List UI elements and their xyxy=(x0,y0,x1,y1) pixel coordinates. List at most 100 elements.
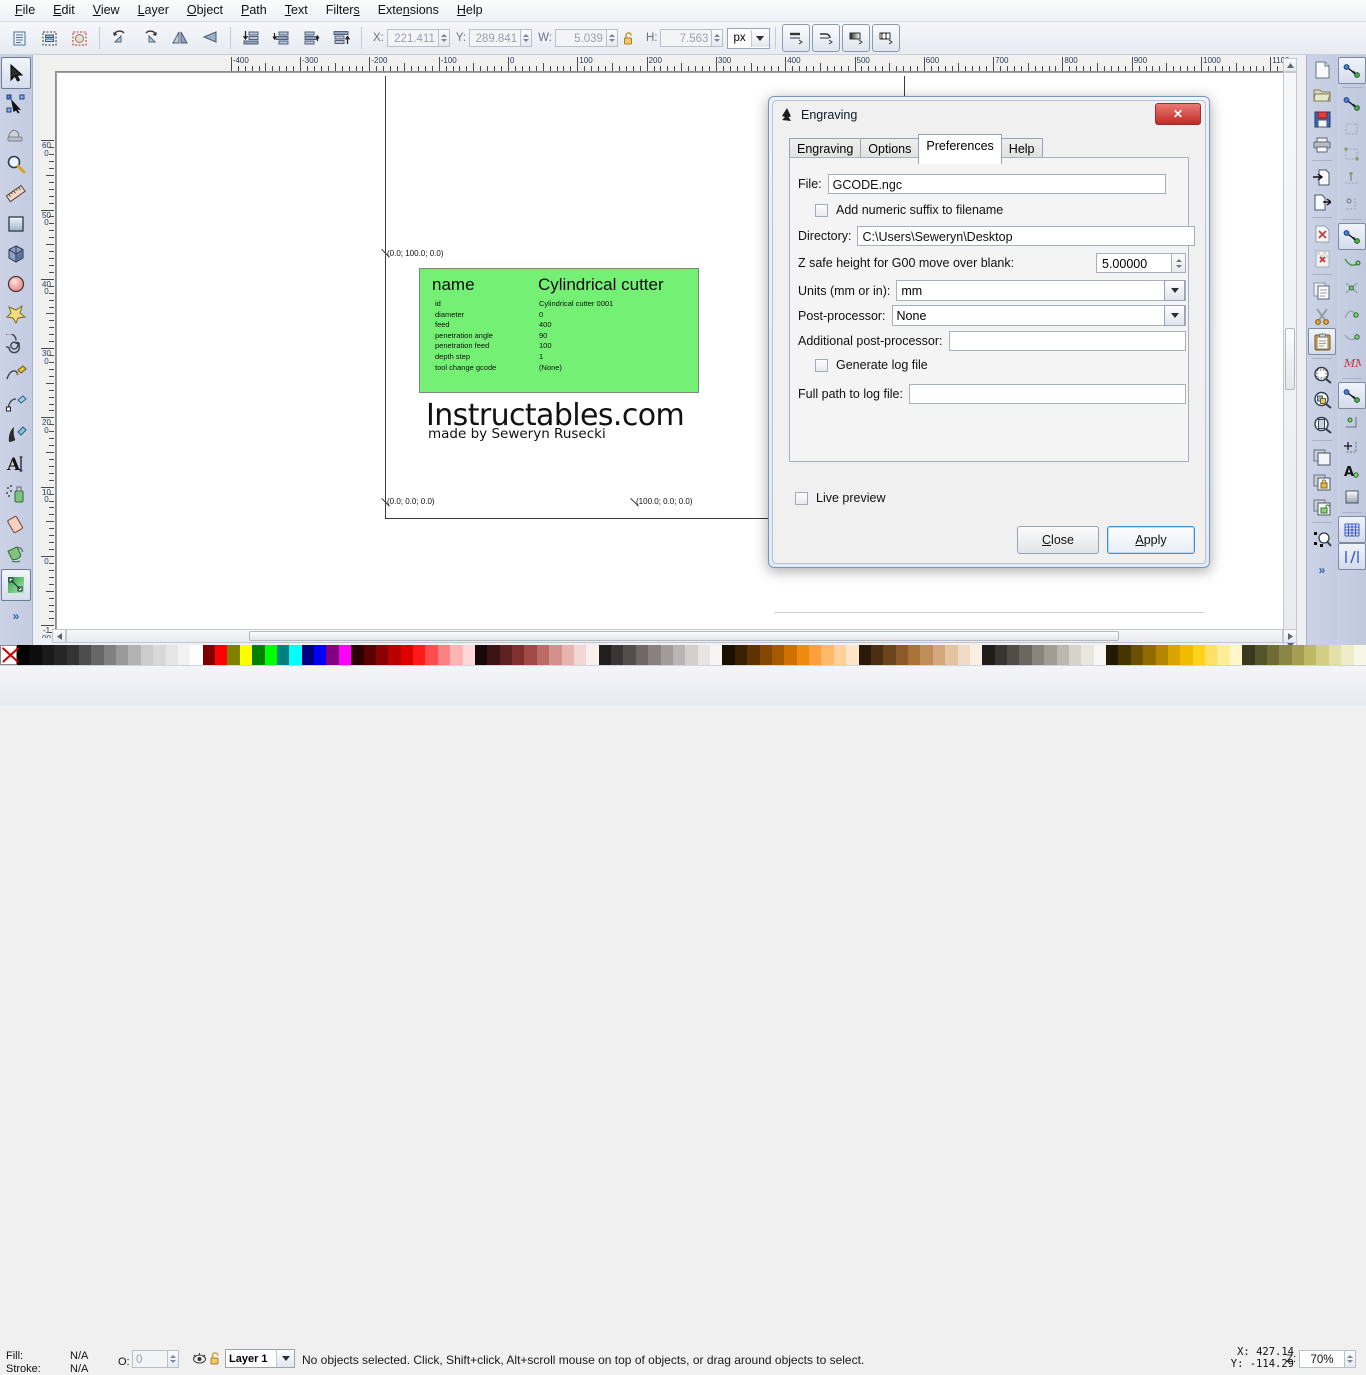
new-document-icon[interactable] xyxy=(1309,57,1335,82)
rotate-90-cw-icon[interactable] xyxy=(136,24,164,52)
close-icon[interactable]: ✕ xyxy=(1155,103,1201,125)
palette-swatch[interactable] xyxy=(338,645,352,665)
palette-swatch[interactable] xyxy=(1106,645,1119,665)
palette-swatch[interactable] xyxy=(202,645,215,665)
save-document-icon[interactable] xyxy=(1309,107,1335,132)
flip-horizontal-icon[interactable] xyxy=(166,24,194,52)
opacity-input[interactable]: 0 xyxy=(132,1350,168,1368)
zoom-selection-icon[interactable] xyxy=(1309,362,1335,387)
w-spinner[interactable] xyxy=(606,29,618,47)
palette-swatch[interactable] xyxy=(1143,645,1156,665)
add-suffix-checkbox[interactable] xyxy=(815,203,828,217)
menu-item-object[interactable]: Object xyxy=(178,1,232,20)
menu-item-filters[interactable]: Filters xyxy=(317,1,369,20)
zoom-drawing-icon[interactable] xyxy=(1309,387,1335,412)
snap-nodes-icon[interactable] xyxy=(1337,223,1366,250)
apply-button[interactable]: Apply xyxy=(1107,526,1195,554)
spiral-tool[interactable] xyxy=(2,329,30,359)
xml-editor-icon[interactable] xyxy=(1309,526,1335,551)
x-field[interactable]: 221.411 xyxy=(386,29,450,47)
w-input[interactable]: 5.039 xyxy=(554,29,607,47)
menu-item-text[interactable]: Text xyxy=(276,1,317,20)
ungroup-icon[interactable] xyxy=(1309,494,1335,519)
y-spinner[interactable] xyxy=(521,29,533,47)
snap-bbox-corners-icon[interactable] xyxy=(1339,141,1365,166)
lower-icon[interactable] xyxy=(267,24,295,52)
zoom-tool[interactable] xyxy=(2,149,30,179)
menu-item-view[interactable]: View xyxy=(84,1,129,20)
scroll-right-arrow-icon[interactable] xyxy=(1283,629,1297,643)
palette-swatch[interactable] xyxy=(1266,645,1280,665)
enable-snapping-icon[interactable] xyxy=(1337,57,1366,84)
palette-swatch[interactable] xyxy=(1031,645,1045,665)
palette-swatch[interactable] xyxy=(796,645,809,665)
palette-swatch[interactable] xyxy=(1279,645,1292,665)
palette-swatch[interactable] xyxy=(54,645,67,665)
snap-page-border-icon[interactable] xyxy=(1339,484,1365,509)
palette-swatch[interactable] xyxy=(1068,645,1082,665)
bezier-tool[interactable] xyxy=(2,389,30,419)
palette-swatch[interactable] xyxy=(165,645,178,665)
palette-swatch[interactable] xyxy=(314,645,327,665)
palette-swatch[interactable] xyxy=(586,645,599,665)
menu-item-path[interactable]: Path xyxy=(232,1,276,20)
group-icon[interactable] xyxy=(1309,469,1335,494)
zoom-page-icon[interactable] xyxy=(1309,412,1335,437)
canvas-vertical-scrollbar[interactable] xyxy=(1283,72,1297,638)
snap-bbox-edge-midpoints-icon[interactable] xyxy=(1339,166,1365,191)
palette-swatch[interactable] xyxy=(276,645,290,665)
snap-path-intersections-icon[interactable] xyxy=(1339,275,1365,300)
palette-swatch[interactable] xyxy=(227,645,240,665)
palette-swatch[interactable] xyxy=(474,645,488,665)
palette-swatch[interactable] xyxy=(1081,645,1094,665)
deselect-icon[interactable] xyxy=(65,24,93,52)
palette-swatch[interactable] xyxy=(660,645,673,665)
text-tool[interactable]: A xyxy=(2,449,30,479)
palette-swatch[interactable] xyxy=(1192,645,1205,665)
menu-item-file[interactable]: File xyxy=(6,1,44,20)
palette-swatch[interactable] xyxy=(512,645,525,665)
palette-swatch[interactable] xyxy=(870,645,884,665)
palette-swatch[interactable] xyxy=(1056,645,1069,665)
import-icon[interactable] xyxy=(1309,164,1335,189)
command-bar-overflow-button[interactable]: » xyxy=(1309,557,1335,582)
palette-swatch[interactable] xyxy=(400,645,413,665)
none-swatch-icon[interactable] xyxy=(0,645,17,665)
rotate-90-ccw-icon[interactable] xyxy=(106,24,134,52)
palette-swatch[interactable] xyxy=(1167,645,1181,665)
snap-grids-icon[interactable] xyxy=(1337,516,1366,543)
3dbox-tool[interactable] xyxy=(2,239,30,269)
snap-bbox-edges-icon[interactable] xyxy=(1339,116,1365,141)
h-spinner[interactable] xyxy=(712,29,724,47)
palette-swatch[interactable] xyxy=(153,645,166,665)
snap-paths-icon[interactable] xyxy=(1339,250,1365,275)
palette-swatch[interactable] xyxy=(289,645,302,665)
palette-swatch[interactable] xyxy=(920,645,933,665)
snap-text-baselines-icon[interactable]: A xyxy=(1339,459,1365,484)
snap-smooth-nodes-icon[interactable] xyxy=(1339,325,1365,350)
y-input[interactable]: 289.841 xyxy=(469,29,522,47)
lower-to-bottom-icon[interactable] xyxy=(237,24,265,52)
palette-swatch[interactable] xyxy=(487,645,500,665)
select-all-in-all-layers-icon[interactable] xyxy=(35,24,63,52)
palette-swatch[interactable] xyxy=(66,645,79,665)
palette-swatch[interactable] xyxy=(573,645,587,665)
palette-swatch[interactable] xyxy=(969,645,983,665)
palette-swatch[interactable] xyxy=(858,645,871,665)
palette-swatch[interactable] xyxy=(945,645,958,665)
palette-swatch[interactable] xyxy=(982,645,995,665)
snap-others-icon[interactable] xyxy=(1337,382,1366,409)
snap-bounding-boxes-icon[interactable] xyxy=(1339,91,1365,116)
directory-input[interactable]: C:\Users\Seweryn\Desktop xyxy=(857,226,1196,246)
unlocked-ratio-icon[interactable] xyxy=(619,24,639,52)
menu-item-help[interactable]: Help xyxy=(448,1,492,20)
palette-swatch[interactable] xyxy=(437,645,451,665)
opacity-spinner[interactable] xyxy=(168,1350,179,1368)
palette-swatch[interactable] xyxy=(908,645,921,665)
dialog-title-bar[interactable]: Engraving ✕ xyxy=(773,101,1205,129)
palette-swatch[interactable] xyxy=(734,645,748,665)
palette-swatch[interactable] xyxy=(846,645,859,665)
scroll-up-arrow-icon[interactable] xyxy=(1283,58,1297,72)
palette-swatch[interactable] xyxy=(1341,645,1354,665)
undo-icon[interactable] xyxy=(1309,221,1335,246)
